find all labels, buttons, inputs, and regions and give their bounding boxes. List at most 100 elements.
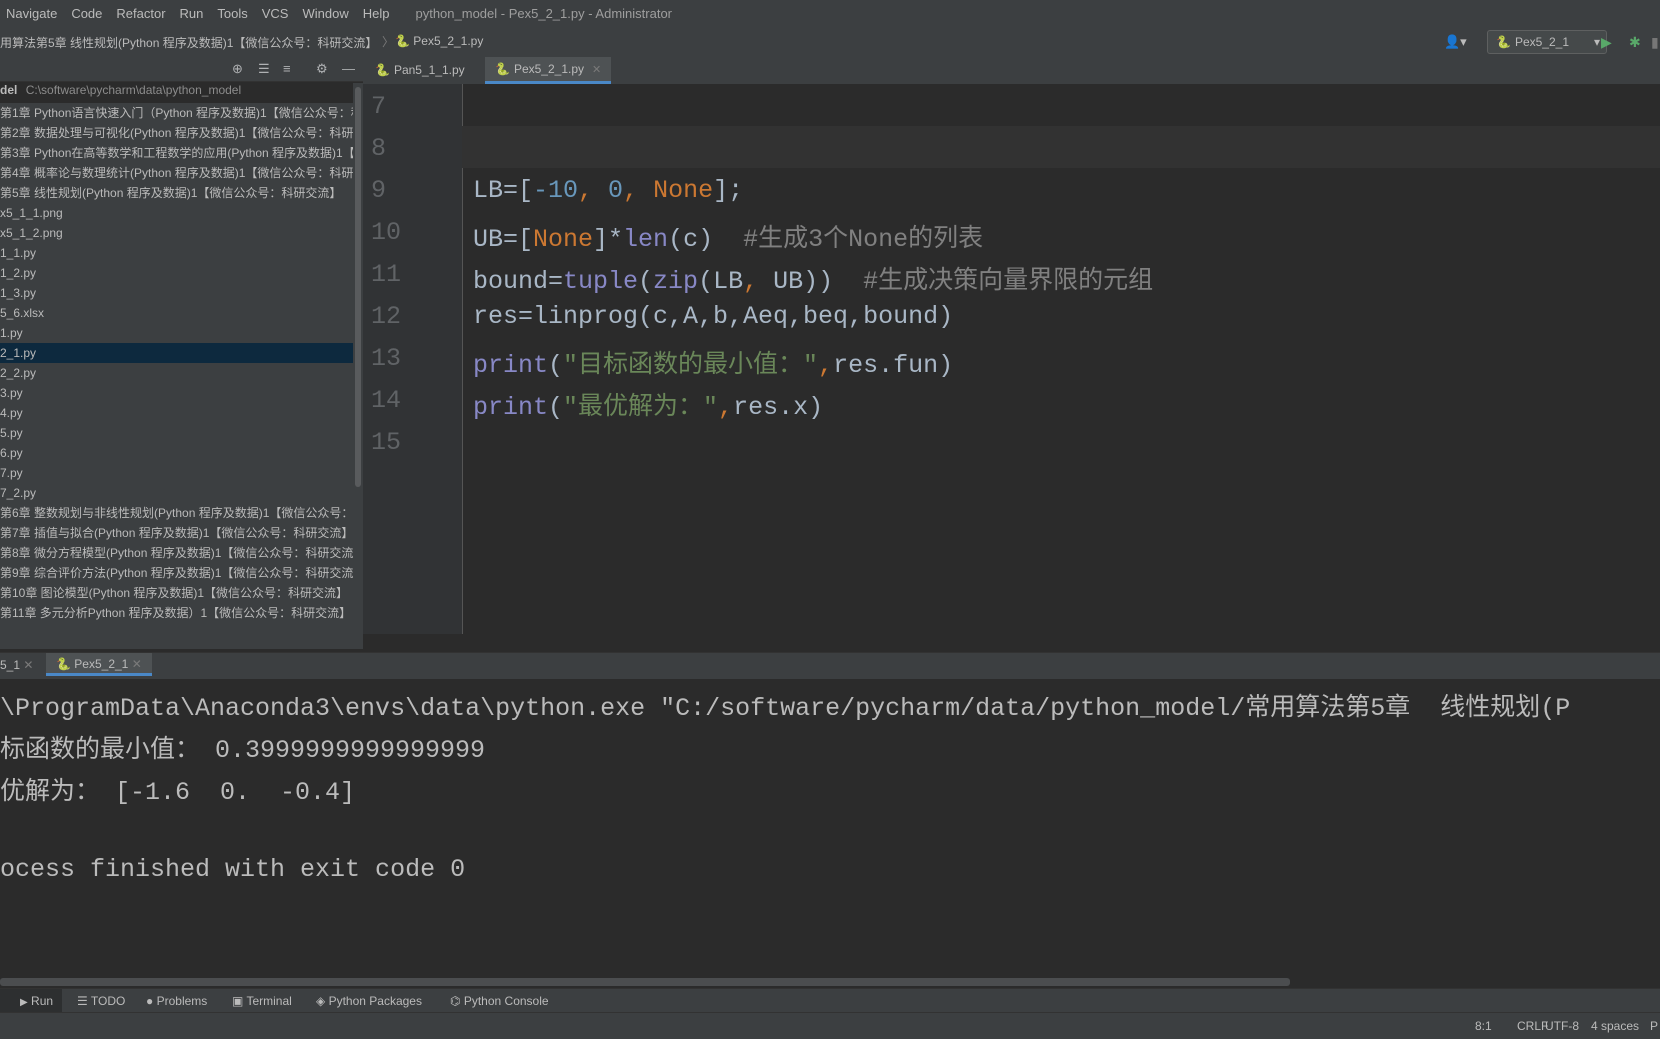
tab-label: Pex5_2_1.py <box>513 62 585 76</box>
tab-pex5-2-1[interactable]: 🐍 Pex5_2_1.py ✕ <box>485 57 612 84</box>
package-icon: ◈ <box>316 994 326 1008</box>
line-separator[interactable]: CRLF <box>1517 1019 1548 1033</box>
menu-run[interactable]: Run <box>180 6 204 21</box>
project-scrollbar[interactable] <box>353 83 363 649</box>
tree-item[interactable]: 第10章 图论模型(Python 程序及数据)1【微信公众号：科研交流】 <box>0 583 353 603</box>
project-root-name: del <box>0 83 18 97</box>
tool-problems[interactable]: ● Problems <box>146 994 207 1008</box>
menu-code[interactable]: Code <box>71 6 102 21</box>
expand-all-icon[interactable]: ☰ <box>258 61 270 77</box>
tree-item[interactable]: 第8章 微分方程模型(Python 程序及数据)1【微信公众号：科研交流】 <box>0 543 353 563</box>
tree-item[interactable]: 5.py <box>0 423 353 443</box>
run-tab-active[interactable]: 🐍 Pex5_2_1 ✕ <box>46 653 152 676</box>
tree-item[interactable]: 7.py <box>0 463 353 483</box>
console-line: \ProgramData\Anaconda3\envs\data\python.… <box>0 694 1571 723</box>
caret-position[interactable]: 8:1 <box>1475 1019 1492 1033</box>
line-number: 12 <box>371 302 402 331</box>
code-line-11: bound=tuple(zip(LB, UB)) #生成决策向量界限的元组 <box>473 267 1154 296</box>
tree-item[interactable]: 7_2.py <box>0 483 353 503</box>
tool-todo[interactable]: ☰ TODO <box>77 994 125 1008</box>
tree-item[interactable]: 第9章 综合评价方法(Python 程序及数据)1【微信公众号：科研交流】 <box>0 563 353 583</box>
tree-item-label: 第2章 数据处理与可视化(Python 程序及数据)1【微信公众号：科研交 <box>0 126 353 140</box>
minimize-icon[interactable]: — <box>342 61 355 76</box>
tree-item[interactable]: 2_2.py <box>0 363 353 383</box>
tree-item[interactable]: 第6章 整数规划与非线性规划(Python 程序及数据)1【微信公众号：科 <box>0 503 353 523</box>
tree-item[interactable]: 1_2.py <box>0 263 353 283</box>
breadcrumb-folder[interactable]: 用算法第5章 线性规划(Python 程序及数据)1【微信公众号：科研交流】 <box>0 34 377 51</box>
locate-icon[interactable]: ⊕ <box>232 61 243 77</box>
menu-help[interactable]: Help <box>363 6 390 21</box>
close-icon[interactable]: ✕ <box>592 63 601 76</box>
tree-item[interactable]: 3.py <box>0 383 353 403</box>
run-config-selector[interactable]: 🐍 Pex5_2_1 ▾ <box>1487 30 1607 54</box>
python-file-icon: 🐍 <box>495 62 510 76</box>
console-horizontal-scrollbar[interactable] <box>0 978 1290 986</box>
tree-item-label: x5_1_2.png <box>0 226 63 240</box>
debug-icon[interactable]: ✱ <box>1629 34 1641 51</box>
tool-python-packages[interactable]: ◈ Python Packages <box>316 994 422 1008</box>
tree-item[interactable]: 第4章 概率论与数理统计(Python 程序及数据)1【微信公众号：科研交 <box>0 163 353 183</box>
tree-item-label: 第5章 线性规划(Python 程序及数据)1【微信公众号：科研交流】 <box>0 186 342 200</box>
line-number: 8 <box>371 134 387 163</box>
tree-item[interactable]: x5_1_2.png <box>0 223 353 243</box>
status-extra[interactable]: P <box>1650 1019 1658 1033</box>
tree-item-label: 第4章 概率论与数理统计(Python 程序及数据)1【微信公众号：科研交 <box>0 166 353 180</box>
console-line: 标函数的最小值： 0.3999999999999999 <box>0 736 486 765</box>
project-root-path: C:\software\pycharm\data\python_model <box>25 83 242 97</box>
coverage-icon[interactable]: ▮ <box>1651 34 1659 51</box>
tree-item[interactable]: 6.py <box>0 443 353 463</box>
run-config-label: Pex5_2_1 <box>1514 35 1569 49</box>
close-icon[interactable]: ✕ <box>132 657 142 671</box>
tree-item[interactable]: 1.py <box>0 323 353 343</box>
tree-item[interactable]: 5_6.xlsx <box>0 303 353 323</box>
tree-item[interactable]: x5_1_1.png <box>0 203 353 223</box>
tool-run[interactable]: ▶ Run <box>0 989 62 1013</box>
tool-label: Terminal <box>246 994 292 1008</box>
close-icon[interactable]: ✕ <box>23 658 33 672</box>
tab-pan5-1-1[interactable]: 🐍 Pan5_1_1.py <box>365 57 475 83</box>
user-icon[interactable]: 👤▾ <box>1444 34 1467 50</box>
gear-icon[interactable]: ⚙ <box>316 61 328 77</box>
menu-vcs[interactable]: VCS <box>262 6 289 21</box>
project-tree: 第1章 Python语言快速入门（Python 程序及数据)1【微信公众号：科第… <box>0 103 353 649</box>
tool-terminal[interactable]: ▣ Terminal <box>232 994 292 1008</box>
project-root[interactable]: del C:\software\pycharm\data\python_mode… <box>0 83 363 103</box>
line-number: 10 <box>371 218 402 247</box>
project-scrollbar-thumb[interactable] <box>355 87 361 487</box>
line-number: 13 <box>371 344 402 373</box>
menu-navigate[interactable]: Navigate <box>6 6 57 21</box>
indent-setting[interactable]: 4 spaces <box>1591 1019 1639 1033</box>
tree-item[interactable]: 第1章 Python语言快速入门（Python 程序及数据)1【微信公众号：科 <box>0 103 353 123</box>
menu-window[interactable]: Window <box>302 6 348 21</box>
run-icon[interactable]: ▶ <box>1601 34 1612 51</box>
run-tab-previous[interactable]: 5_1 ✕ <box>0 658 33 672</box>
code-line-14: print("最优解为：",res.x) <box>473 393 824 422</box>
menu-refactor[interactable]: Refactor <box>116 6 165 21</box>
tree-item[interactable]: 第5章 线性规划(Python 程序及数据)1【微信公众号：科研交流】 <box>0 183 353 203</box>
run-tab-label: 5_1 <box>0 658 21 672</box>
tree-item-label: 3.py <box>0 386 23 400</box>
tree-item-label: 第10章 图论模型(Python 程序及数据)1【微信公众号：科研交流】 <box>0 586 349 600</box>
menu-tools[interactable]: Tools <box>217 6 247 21</box>
python-file-icon: 🐍 <box>56 657 71 671</box>
tree-item-label: 5.py <box>0 426 23 440</box>
tool-label: TODO <box>90 994 126 1008</box>
python-file-icon: 🐍 <box>375 63 390 77</box>
tree-item-label: 5_6.xlsx <box>0 306 45 320</box>
tree-item[interactable]: 第2章 数据处理与可视化(Python 程序及数据)1【微信公众号：科研交 <box>0 123 353 143</box>
tree-item[interactable]: 第11章 多元分析Python 程序及数据）1【微信公众号：科研交流】 <box>0 603 353 623</box>
tree-item[interactable]: 2_1.py <box>0 343 353 363</box>
tree-item[interactable]: 1_1.py <box>0 243 353 263</box>
run-console[interactable]: \ProgramData\Anaconda3\envs\data\python.… <box>0 679 1660 979</box>
run-icon: ▶ <box>20 997 28 1008</box>
tool-python-console[interactable]: ⌬ Python Console <box>450 994 549 1008</box>
tree-item[interactable]: 第3章 Python在高等数学和工程数学的应用(Python 程序及数据)1【 <box>0 143 353 163</box>
tree-item[interactable]: 4.py <box>0 403 353 423</box>
breadcrumb-file[interactable]: 🐍 Pex5_2_1.py <box>395 34 483 48</box>
tree-item[interactable]: 1_3.py <box>0 283 353 303</box>
code-editor[interactable]: 7 8 9 10 11 12 13 14 15 LB=[-10, 0, None… <box>363 84 1660 634</box>
collapse-all-icon[interactable]: ≡ <box>283 61 291 76</box>
file-encoding[interactable]: UTF-8 <box>1545 1019 1579 1033</box>
tree-item[interactable]: 第7章 插值与拟合(Python 程序及数据)1【微信公众号：科研交流】 <box>0 523 353 543</box>
status-bar: 8:1 CRLF UTF-8 4 spaces P <box>0 1012 1660 1039</box>
